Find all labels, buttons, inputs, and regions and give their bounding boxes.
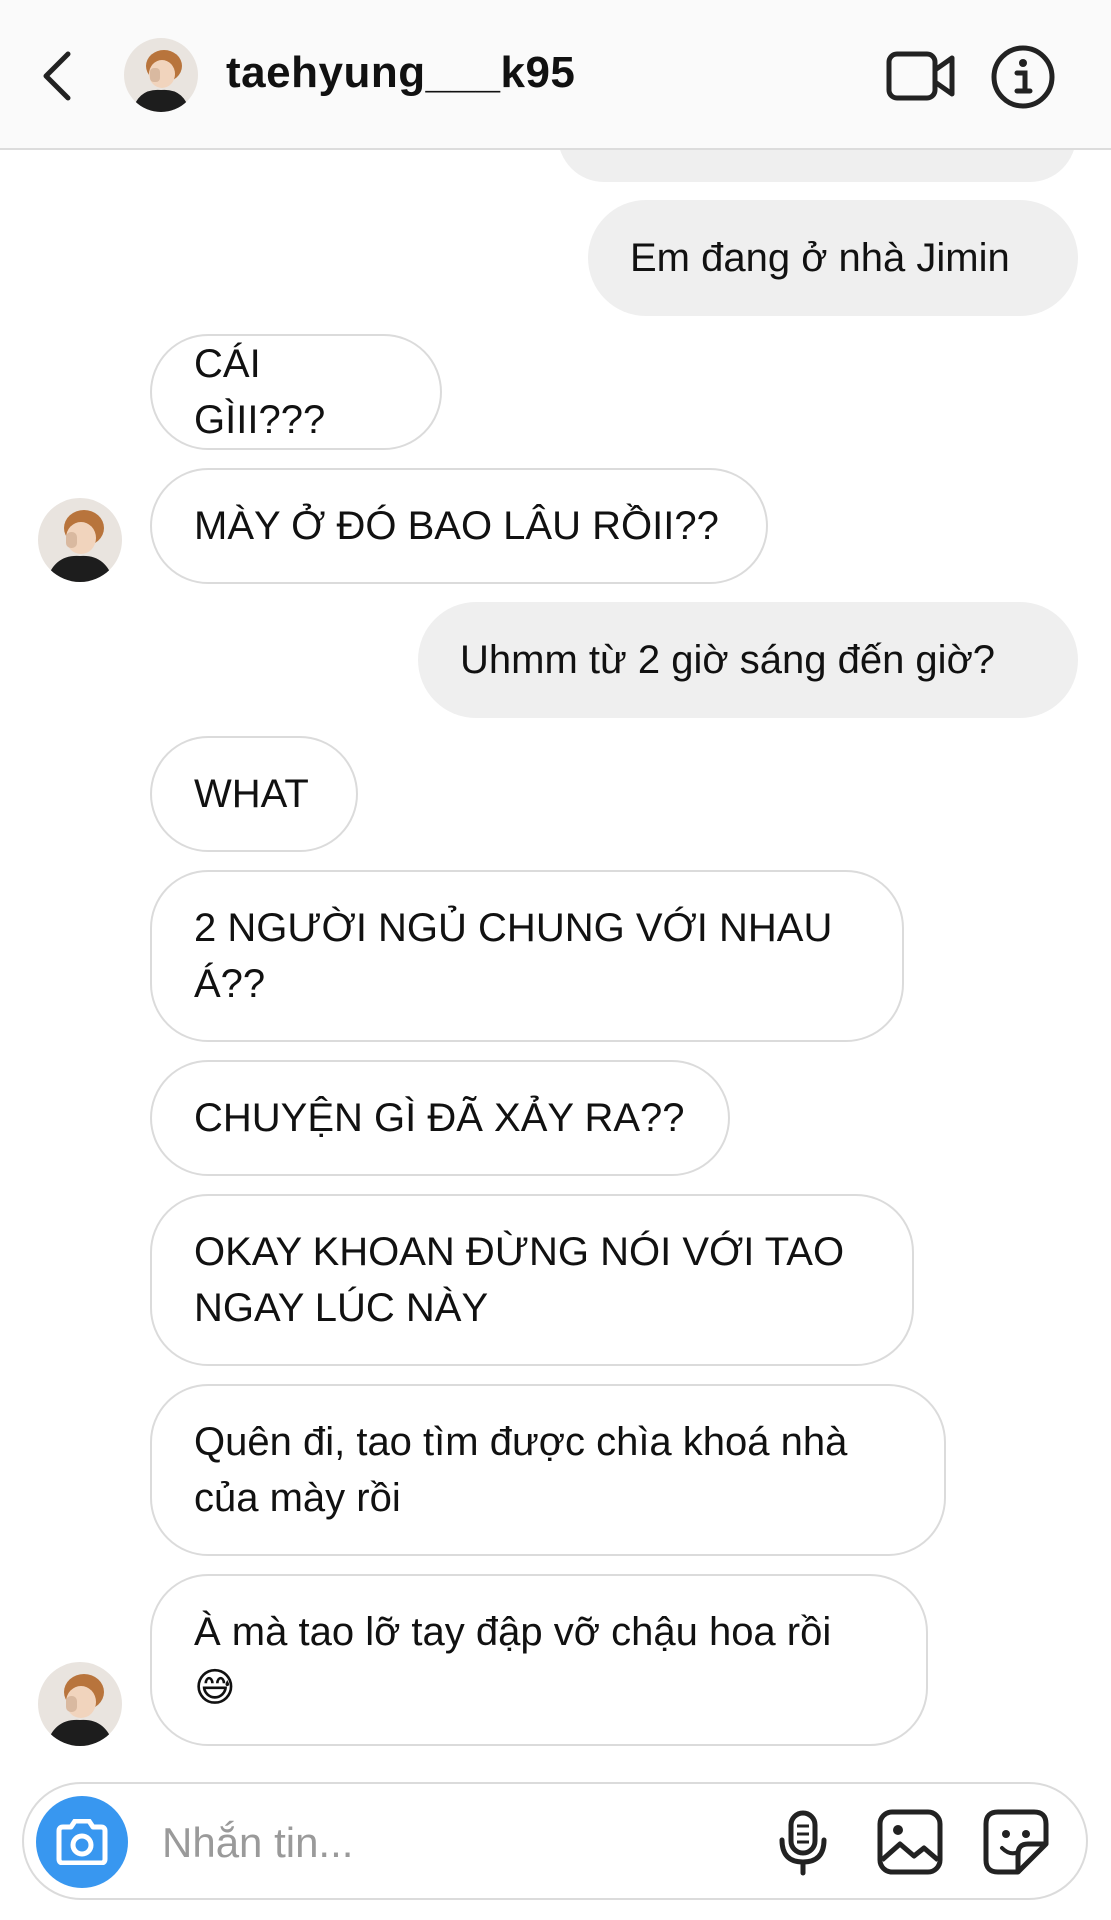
microphone-icon[interactable] xyxy=(776,1810,830,1876)
message-input[interactable] xyxy=(160,1804,764,1882)
message-bubble-outgoing[interactable]: Uhmm từ 2 giờ sáng đến giờ? xyxy=(418,602,1078,718)
camera-button[interactable] xyxy=(36,1796,128,1888)
message-bubble-incoming[interactable]: CHUYỆN GÌ ĐÃ XẢY RA?? xyxy=(150,1060,730,1176)
message-bubble-incoming[interactable]: MÀY Ở ĐÓ BAO LÂU RỒII?? xyxy=(150,468,768,584)
chevron-left-icon[interactable] xyxy=(38,48,78,104)
contact-avatar[interactable] xyxy=(38,498,122,582)
chat-header: taehyung___k95 xyxy=(0,0,1111,150)
sticker-icon[interactable] xyxy=(982,1808,1050,1876)
message-bubble-incoming[interactable]: WHAT xyxy=(150,736,358,852)
video-camera-icon[interactable] xyxy=(886,48,956,104)
camera-icon xyxy=(56,1819,108,1865)
contact-username[interactable]: taehyung___k95 xyxy=(226,48,575,98)
info-icon[interactable] xyxy=(990,44,1056,110)
message-bubble-incoming[interactable]: CÁI GÌII??? xyxy=(150,334,442,450)
contact-avatar[interactable] xyxy=(124,38,198,112)
message-bubble-outgoing[interactable] xyxy=(558,150,1076,182)
message-bubble-incoming[interactable]: À mà tao lỡ tay đập vỡ chậu hoa rồi 😅 xyxy=(150,1574,928,1746)
message-thread[interactable]: Em đang ở nhà Jimin CÁI GÌII??? MÀY Ở ĐÓ… xyxy=(0,150,1111,1780)
message-bubble-incoming[interactable]: 2 NGƯỜI NGỦ CHUNG VỚI NHAU Á?? xyxy=(150,870,904,1042)
message-composer xyxy=(22,1782,1088,1900)
contact-avatar[interactable] xyxy=(38,1662,122,1746)
message-bubble-incoming[interactable]: OKAY KHOAN ĐỪNG NÓI VỚI TAO NGAY LÚC NÀY xyxy=(150,1194,914,1366)
message-bubble-outgoing[interactable]: Em đang ở nhà Jimin xyxy=(588,200,1078,316)
image-icon[interactable] xyxy=(876,1808,944,1876)
message-bubble-incoming[interactable]: Quên đi, tao tìm được chìa khoá nhà của … xyxy=(150,1384,946,1556)
